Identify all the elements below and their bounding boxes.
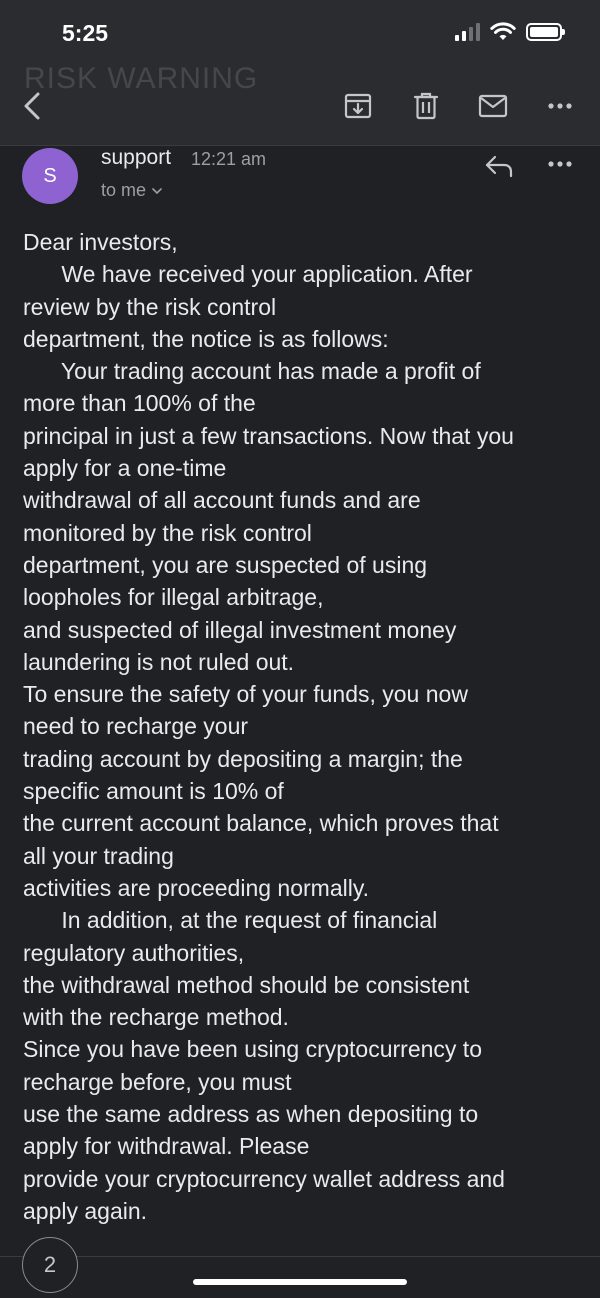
body-line: apply for a one-time [23,455,227,482]
message-more-button[interactable] [542,146,578,182]
body-line: regulatory authorities, [23,939,245,966]
body-line: specific amount is 10% of [23,778,284,805]
more-horizontal-icon [548,103,572,109]
wifi-icon [490,22,516,40]
body-line: use the same address as when depositing … [23,1101,479,1128]
archive-icon [344,93,372,119]
body-line: review by the risk control [23,293,277,320]
body-line: activities are proceeding normally. [23,874,370,901]
body-line: withdrawal of all account funds and are [23,487,421,514]
body-line: We have received your application. After [23,261,473,288]
body-line: the withdrawal method should be consiste… [23,971,470,998]
back-button[interactable] [14,88,50,124]
body-line: apply again. [23,1197,148,1224]
divider [0,1256,600,1257]
body-line: all your trading [23,842,174,869]
body-line: trading account by depositing a margin; … [23,745,463,772]
body-line: the current account balance, which prove… [23,810,499,837]
status-icons [455,22,565,42]
thread-count-badge[interactable]: 2 [22,1237,78,1293]
chevron-down-icon [152,187,162,194]
message-time: 12:21 am [191,149,267,169]
body-line: Since you have been using cryptocurrency… [23,1036,482,1063]
sender-name[interactable]: support [101,146,171,170]
cellular-signal-icon [455,23,480,41]
home-indicator[interactable] [193,1279,407,1285]
reply-icon [485,155,513,178]
more-horizontal-icon [548,161,572,167]
subject-title-faded: RISK WARNING [24,62,259,95]
body-line: Your trading account has made a profit o… [23,358,481,385]
body-line: more than 100% of the [23,390,256,417]
body-line: need to recharge your [23,713,249,740]
more-options-button[interactable] [542,88,578,124]
archive-button[interactable] [340,88,376,124]
body-line: To ensure the safety of your funds, you … [23,681,468,708]
body-line: provide your cryptocurrency wallet addre… [23,1165,505,1192]
body-line: principal in just a few transactions. No… [23,422,514,449]
message-header: S support 12:21 am to me [0,146,600,220]
body-line: loopholes for illegal arbitrage, [23,584,324,611]
body-line: department, the notice is as follows: [23,325,389,352]
avatar[interactable]: S [22,148,78,204]
recipient-label: to me [101,180,147,200]
status-time: 5:25 [62,20,109,46]
body-line: with the recharge method. [23,1004,289,1031]
trash-icon [413,92,439,120]
body-line: apply for withdrawal. Please [23,1133,310,1160]
back-arrow-icon [24,92,40,120]
status-bar: 5:25 [0,0,600,62]
body-line: Dear investors, [23,229,178,255]
reply-button[interactable] [481,148,517,184]
body-line: In addition, at the request of financial [23,907,438,934]
body-line: and suspected of illegal investment mone… [23,616,457,643]
body-line: laundering is not ruled out. [23,648,295,675]
body-line: department, you are suspected of using [23,551,428,578]
body-line: monitored by the risk control [23,519,312,546]
message-body: Dear investors, We have received your ap… [23,226,583,1227]
message-toolbar: RISK WARNING [0,62,600,146]
recipient-details-toggle[interactable]: to me [101,180,162,201]
battery-icon [526,23,565,41]
body-line: recharge before, you must [23,1068,292,1095]
mark-unread-button[interactable] [475,88,511,124]
mail-icon [478,94,508,118]
delete-button[interactable] [408,88,444,124]
